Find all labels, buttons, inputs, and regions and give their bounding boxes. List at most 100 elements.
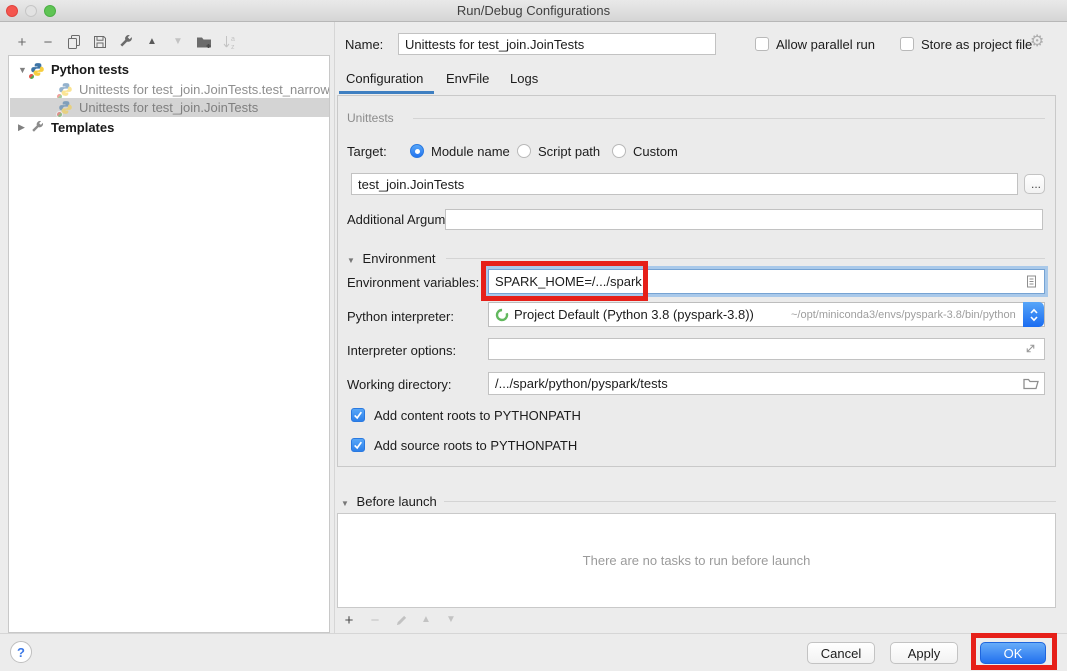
interpreter-options-input[interactable] bbox=[488, 338, 1045, 360]
working-directory-label: Working directory: bbox=[347, 377, 452, 392]
move-down-button[interactable]: ▼ bbox=[168, 32, 188, 52]
tree-group-label: Python tests bbox=[51, 62, 129, 77]
dropdown-stepper-icon[interactable] bbox=[1023, 302, 1044, 327]
no-tasks-message: There are no tasks to run before launch bbox=[583, 553, 811, 568]
interpreter-path: ~/opt/miniconda3/envs/pyspark-3.8/bin/py… bbox=[791, 309, 1016, 321]
tree-templates-label: Templates bbox=[51, 120, 114, 135]
collapse-arrow-icon: ▼ bbox=[347, 256, 355, 265]
before-launch-section-header[interactable]: ▼ Before launch bbox=[341, 494, 437, 509]
tab-logs[interactable]: Logs bbox=[510, 71, 538, 86]
module-name-input[interactable] bbox=[351, 173, 1018, 195]
minus-icon: − bbox=[44, 35, 53, 50]
tree-item-label: Unittests for test_join.JoinTests bbox=[79, 100, 258, 115]
plus-icon: + bbox=[345, 613, 354, 628]
arrow-down-icon: ▼ bbox=[173, 37, 183, 47]
tab-configuration[interactable]: Configuration bbox=[346, 71, 423, 86]
add-source-roots-checkbox[interactable] bbox=[351, 438, 365, 452]
create-folder-button[interactable] bbox=[194, 32, 214, 52]
help-button[interactable]: ? bbox=[10, 641, 32, 663]
panel-splitter[interactable] bbox=[334, 22, 335, 633]
edit-templates-button[interactable] bbox=[116, 32, 136, 52]
window-title: Run/Debug Configurations bbox=[0, 0, 1067, 21]
folder-browse-icon[interactable] bbox=[1023, 377, 1039, 393]
before-launch-edit-button[interactable] bbox=[391, 610, 411, 630]
environment-section-title: Environment bbox=[363, 251, 436, 266]
wrench-icon bbox=[118, 34, 134, 50]
check-icon bbox=[353, 410, 363, 420]
edit-variables-icon[interactable] bbox=[1024, 274, 1038, 292]
new-folder-icon bbox=[196, 34, 212, 50]
target-script-path-label[interactable]: Script path bbox=[538, 144, 600, 159]
before-launch-separator bbox=[444, 501, 1056, 502]
test-badge-icon bbox=[28, 73, 35, 80]
apply-button[interactable]: Apply bbox=[890, 642, 958, 664]
collapse-arrow-icon: ▼ bbox=[341, 499, 349, 508]
tree-item-unittest-jointests[interactable]: Unittests for test_join.JoinTests bbox=[10, 98, 329, 117]
tree-group-python-tests[interactable]: ▼ Python tests bbox=[10, 60, 329, 79]
name-input[interactable] bbox=[398, 33, 716, 55]
footer-divider bbox=[0, 633, 1067, 634]
python-tests-icon bbox=[58, 100, 74, 116]
arrow-down-icon: ▼ bbox=[446, 615, 456, 625]
unittests-group-title: Unittests bbox=[347, 111, 394, 125]
copy-configuration-button[interactable] bbox=[64, 32, 84, 52]
tab-envfile[interactable]: EnvFile bbox=[446, 71, 489, 86]
browse-module-button[interactable]: ... bbox=[1024, 174, 1045, 194]
configurations-tree: ▼ Python tests Unittests for test_join.J… bbox=[8, 55, 330, 633]
target-custom-label[interactable]: Custom bbox=[633, 144, 678, 159]
svg-text:z: z bbox=[231, 44, 235, 50]
templates-wrench-icon bbox=[30, 120, 46, 136]
before-launch-add-button[interactable]: + bbox=[339, 610, 359, 630]
target-script-path-radio[interactable] bbox=[517, 144, 531, 158]
target-custom-radio[interactable] bbox=[612, 144, 626, 158]
tree-item-label: Unittests for test_join.JoinTests.test_n… bbox=[79, 82, 329, 97]
expander-closed-icon[interactable]: ▶ bbox=[18, 122, 30, 133]
python-interpreter-dropdown[interactable]: Project Default (Python 3.8 (pyspark-3.8… bbox=[488, 302, 1045, 327]
store-options-gear-icon[interactable]: ⚙ bbox=[1030, 34, 1044, 50]
before-launch-task-list[interactable]: There are no tasks to run before launch bbox=[337, 513, 1056, 608]
tree-group-templates[interactable]: ▶ Templates bbox=[10, 118, 329, 137]
add-content-roots-label[interactable]: Add content roots to PYTHONPATH bbox=[374, 408, 581, 423]
add-content-roots-checkbox[interactable] bbox=[351, 408, 365, 422]
additional-arguments-input[interactable] bbox=[445, 209, 1043, 230]
sort-configurations-button[interactable]: az bbox=[220, 32, 240, 52]
remove-configuration-button[interactable]: − bbox=[38, 32, 58, 52]
environment-variables-label: Environment variables: bbox=[347, 275, 479, 290]
environment-separator bbox=[446, 258, 1045, 259]
title-bar: Run/Debug Configurations bbox=[0, 0, 1067, 22]
allow-parallel-run-checkbox[interactable] bbox=[755, 37, 769, 51]
environment-section-header[interactable]: ▼ Environment bbox=[347, 251, 436, 266]
before-launch-move-down-button[interactable]: ▼ bbox=[441, 610, 461, 630]
target-module-name-label[interactable]: Module name bbox=[431, 144, 510, 159]
python-interpreter-label: Python interpreter: bbox=[347, 309, 454, 324]
ok-button[interactable]: OK bbox=[980, 642, 1046, 664]
environment-variables-field[interactable] bbox=[488, 269, 1045, 294]
cancel-button[interactable]: Cancel bbox=[807, 642, 875, 664]
help-question-icon: ? bbox=[17, 645, 25, 660]
store-as-project-file-checkbox[interactable] bbox=[900, 37, 914, 51]
move-up-button[interactable]: ▲ bbox=[142, 32, 162, 52]
pencil-icon bbox=[395, 614, 408, 627]
interpreter-options-label: Interpreter options: bbox=[347, 343, 456, 358]
copy-icon bbox=[66, 34, 82, 50]
conda-environment-icon bbox=[495, 308, 509, 325]
sort-alpha-icon: az bbox=[222, 34, 238, 50]
add-source-roots-label[interactable]: Add source roots to PYTHONPATH bbox=[374, 438, 577, 453]
save-configuration-button[interactable] bbox=[90, 32, 110, 52]
tree-item-unittest-narrow[interactable]: Unittests for test_join.JoinTests.test_n… bbox=[10, 80, 329, 99]
environment-variables-input[interactable] bbox=[489, 270, 1044, 293]
name-label: Name: bbox=[345, 37, 383, 52]
allow-parallel-run-label: Allow parallel run bbox=[776, 37, 875, 52]
working-directory-input[interactable] bbox=[488, 372, 1045, 395]
before-launch-move-up-button[interactable]: ▲ bbox=[416, 610, 436, 630]
target-label: Target: bbox=[347, 144, 387, 159]
save-icon bbox=[92, 34, 108, 50]
expand-field-icon[interactable] bbox=[1024, 342, 1037, 358]
arrow-up-icon: ▲ bbox=[147, 37, 157, 47]
add-configuration-button[interactable]: + bbox=[12, 32, 32, 52]
target-module-name-radio[interactable] bbox=[410, 144, 424, 158]
before-launch-remove-button[interactable]: − bbox=[365, 610, 385, 630]
run-debug-configurations-dialog: Run/Debug Configurations + − ▲ ▼ az ▼ Py… bbox=[0, 0, 1067, 671]
store-as-project-file-label: Store as project file bbox=[921, 37, 1032, 52]
configuration-panel: Unittests Target: Module name Script pat… bbox=[337, 95, 1056, 467]
